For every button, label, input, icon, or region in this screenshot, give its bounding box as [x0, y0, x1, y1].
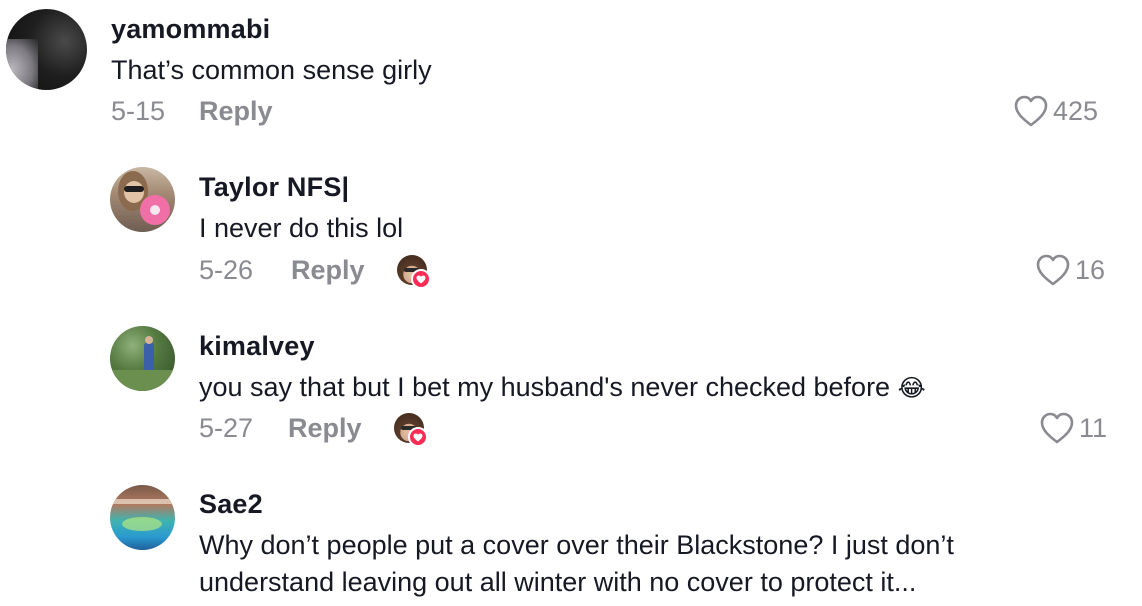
reply-button[interactable]: Reply [291, 255, 365, 286]
avatar[interactable] [110, 167, 175, 232]
comment-text-line-1: Why don’t people put a cover over their … [199, 530, 954, 560]
comment-text: you say that but I bet my husband's neve… [199, 369, 926, 407]
comment-text: I never do this lol [199, 213, 404, 243]
avatar[interactable] [110, 485, 175, 550]
comment-text-body: you say that but I bet my husband's neve… [199, 372, 891, 402]
comment-username[interactable]: Sae2 [199, 489, 263, 520]
like-button[interactable]: 16 [1035, 253, 1105, 287]
like-count: 425 [1053, 95, 1099, 126]
reply-button[interactable]: Reply [288, 413, 362, 444]
avatar[interactable] [110, 326, 175, 391]
comment-username[interactable]: Taylor NFS| [199, 172, 349, 203]
comment-text: That’s common sense girly [111, 55, 432, 85]
heart-outline-icon [1013, 94, 1049, 128]
reply-button[interactable]: Reply [199, 96, 273, 127]
comment-date: 5-15 [111, 96, 166, 126]
laughing-emoji: 😂 [897, 375, 926, 402]
heart-filled-icon [408, 427, 428, 447]
creator-liked-badge [394, 413, 428, 447]
creator-liked-badge [397, 255, 431, 289]
comment-date: 5-27 [199, 413, 254, 443]
comment-username[interactable]: yamommabi [111, 14, 270, 45]
avatar[interactable] [6, 9, 87, 90]
like-button[interactable]: 11 [1039, 411, 1107, 445]
like-count: 16 [1075, 254, 1106, 285]
like-button[interactable]: 425 [1013, 94, 1098, 128]
comment-username[interactable]: kimalvey [199, 331, 315, 362]
heart-outline-icon [1035, 253, 1071, 287]
comment-text-line-2: understand leaving out all winter with n… [199, 567, 917, 597]
heart-outline-icon [1039, 411, 1075, 445]
comment-date: 5-26 [199, 255, 254, 285]
like-count: 11 [1079, 412, 1108, 443]
heart-filled-icon [411, 269, 431, 289]
